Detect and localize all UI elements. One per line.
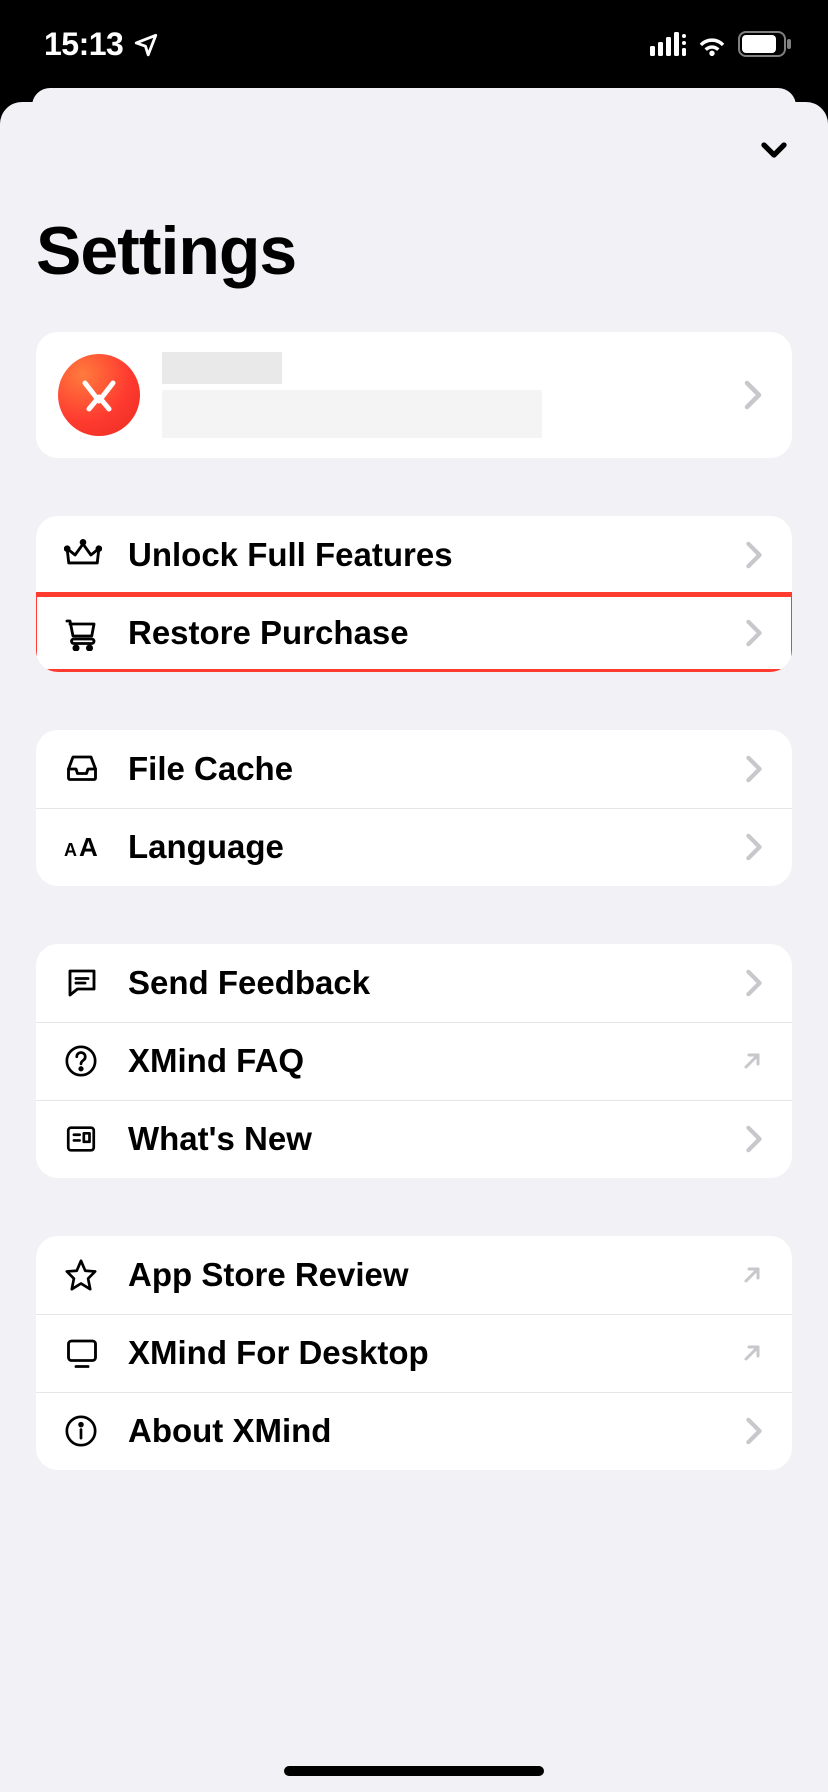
redacted-line-2	[162, 390, 542, 438]
star-icon	[64, 1258, 128, 1292]
chevron-right-icon	[744, 1417, 764, 1445]
svg-text:A: A	[64, 840, 77, 860]
profile-row[interactable]	[36, 332, 792, 458]
row-label: App Store Review	[128, 1256, 740, 1294]
settings-sheet: Settings	[0, 102, 828, 1792]
about-xmind-row[interactable]: About XMind	[36, 1392, 792, 1470]
app-store-review-row[interactable]: App Store Review	[36, 1236, 792, 1314]
chevron-right-icon	[744, 969, 764, 997]
app-avatar	[58, 354, 140, 436]
chevron-right-icon	[744, 619, 764, 647]
cart-icon	[64, 615, 128, 651]
about-group: App Store Review XMind For Desktop	[36, 1236, 792, 1470]
page-title: Settings	[0, 102, 828, 332]
xmind-for-desktop-row[interactable]: XMind For Desktop	[36, 1314, 792, 1392]
row-label: XMind FAQ	[128, 1042, 740, 1080]
xmind-logo-icon	[75, 371, 123, 419]
close-button[interactable]	[754, 130, 794, 175]
xmind-faq-row[interactable]: XMind FAQ	[36, 1022, 792, 1100]
external-link-icon	[740, 1341, 764, 1365]
profile-name-area	[162, 352, 742, 438]
info-icon	[64, 1414, 128, 1448]
row-label: Restore Purchase	[128, 614, 744, 652]
send-feedback-row[interactable]: Send Feedback	[36, 944, 792, 1022]
prefs-group: File Cache AA Language	[36, 730, 792, 886]
row-label: Send Feedback	[128, 964, 744, 1002]
status-time: 15:13	[44, 26, 123, 63]
purchase-group: Unlock Full Features Restore Purchase	[36, 516, 792, 672]
profile-group	[36, 332, 792, 458]
question-icon	[64, 1044, 128, 1078]
font-size-icon: AA	[64, 832, 128, 862]
restore-purchase-row[interactable]: Restore Purchase	[36, 594, 792, 672]
home-indicator[interactable]	[284, 1766, 544, 1776]
file-cache-row[interactable]: File Cache	[36, 730, 792, 808]
whats-new-row[interactable]: What's New	[36, 1100, 792, 1178]
chevron-right-icon	[744, 755, 764, 783]
news-icon	[64, 1122, 128, 1156]
cellular-icon	[650, 32, 686, 56]
row-label: Language	[128, 828, 744, 866]
unlock-full-features-row[interactable]: Unlock Full Features	[36, 516, 792, 594]
location-icon	[133, 31, 159, 57]
crown-icon	[64, 536, 128, 574]
status-time-block: 15:13	[44, 26, 159, 63]
chat-icon	[64, 965, 128, 1001]
chevron-right-icon	[742, 380, 764, 410]
chevron-down-icon	[754, 130, 794, 170]
external-link-icon	[740, 1263, 764, 1287]
chevron-right-icon	[744, 833, 764, 861]
wifi-icon	[696, 32, 728, 56]
row-label: What's New	[128, 1120, 744, 1158]
row-label: XMind For Desktop	[128, 1334, 740, 1372]
external-link-icon	[740, 1049, 764, 1073]
inbox-icon	[64, 751, 128, 787]
monitor-icon	[64, 1335, 128, 1371]
chevron-right-icon	[744, 1125, 764, 1153]
svg-text:A: A	[79, 832, 98, 862]
battery-icon	[738, 31, 792, 57]
row-label: About XMind	[128, 1412, 744, 1450]
chevron-right-icon	[744, 541, 764, 569]
status-bar: 15:13	[0, 0, 828, 88]
help-group: Send Feedback XMind FAQ	[36, 944, 792, 1178]
redacted-line-1	[162, 352, 282, 384]
row-label: Unlock Full Features	[128, 536, 744, 574]
row-label: File Cache	[128, 750, 744, 788]
language-row[interactable]: AA Language	[36, 808, 792, 886]
status-icons	[650, 31, 792, 57]
